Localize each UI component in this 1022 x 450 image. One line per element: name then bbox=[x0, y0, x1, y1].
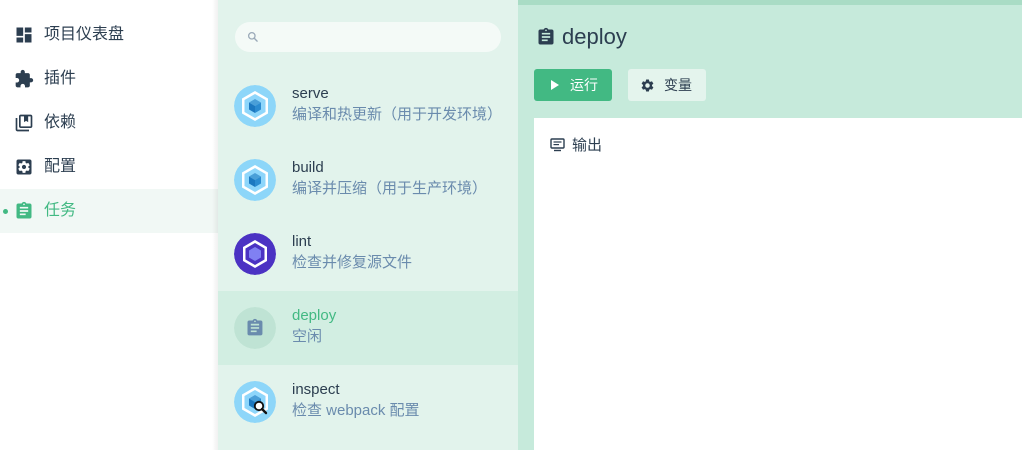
nav-label: 插件 bbox=[44, 70, 77, 87]
output-label: 输出 bbox=[572, 137, 603, 154]
task-description: 检查并修复源文件 bbox=[292, 254, 413, 271]
settings-icon bbox=[16, 159, 32, 175]
output-header[interactable]: 输出 bbox=[550, 134, 602, 155]
task-name: serve bbox=[292, 85, 329, 102]
webpack-icon bbox=[234, 85, 276, 127]
assignment-icon bbox=[538, 27, 554, 45]
puzzle-icon bbox=[15, 69, 34, 88]
eslint-icon bbox=[234, 233, 276, 275]
project-nav: 项目仪表盘 插件 依赖 配置 任务 bbox=[0, 0, 218, 450]
task-item-build[interactable]: build 编译并压缩（用于生产环境） bbox=[218, 143, 518, 217]
task-item-deploy[interactable]: deploy 空闲 bbox=[218, 291, 518, 365]
task-detail-pane: deploy 运行 变量 输出 bbox=[518, 0, 1022, 450]
task-description: 编译并压缩（用于生产环境） bbox=[292, 180, 488, 197]
nav-label: 依赖 bbox=[44, 114, 77, 131]
task-search[interactable] bbox=[235, 22, 501, 52]
task-name: lint bbox=[292, 233, 312, 250]
assignment-icon bbox=[16, 201, 32, 219]
active-indicator bbox=[3, 209, 8, 214]
search-icon bbox=[247, 31, 258, 42]
variables-button[interactable]: 变量 bbox=[628, 69, 706, 101]
nav-label: 任务 bbox=[44, 202, 77, 219]
assignment-icon bbox=[234, 307, 276, 349]
search-input[interactable] bbox=[265, 27, 489, 49]
nav-label: 项目仪表盘 bbox=[44, 26, 125, 43]
gear-icon bbox=[641, 79, 654, 91]
task-title: deploy bbox=[562, 24, 627, 49]
terminal-icon bbox=[550, 137, 565, 151]
nav-item-dependencies[interactable]: 依赖 bbox=[0, 101, 218, 145]
top-strip bbox=[518, 0, 1022, 5]
task-item-serve[interactable]: serve 编译和热更新（用于开发环境） bbox=[218, 69, 518, 143]
webpack-inspect-icon bbox=[234, 381, 276, 423]
library-icon bbox=[15, 114, 33, 132]
task-description: 检查 webpack 配置 bbox=[292, 402, 420, 419]
nav-label: 配置 bbox=[44, 158, 77, 175]
nav-item-configuration[interactable]: 配置 bbox=[0, 145, 218, 189]
task-name: build bbox=[292, 159, 324, 176]
play-icon bbox=[551, 80, 559, 90]
dashboard-icon bbox=[16, 27, 32, 43]
task-list-pane: serve 编译和热更新（用于开发环境） build 编译并压缩（用于生产环境）… bbox=[218, 0, 518, 450]
webpack-icon bbox=[234, 159, 276, 201]
task-item-lint[interactable]: lint 检查并修复源文件 bbox=[218, 217, 518, 291]
page-title: deploy bbox=[536, 24, 627, 50]
run-label: 运行 bbox=[570, 77, 598, 93]
nav-item-dashboard[interactable]: 项目仪表盘 bbox=[0, 13, 218, 57]
task-name: inspect bbox=[292, 381, 340, 398]
run-button[interactable]: 运行 bbox=[534, 69, 612, 101]
nav-item-plugins[interactable]: 插件 bbox=[0, 57, 218, 101]
nav-item-tasks[interactable]: 任务 bbox=[0, 189, 218, 233]
task-description: 空闲 bbox=[292, 328, 323, 345]
task-item-inspect[interactable]: inspect 检查 webpack 配置 bbox=[218, 365, 518, 439]
output-panel: 输出 bbox=[534, 118, 1022, 450]
task-description: 编译和热更新（用于开发环境） bbox=[292, 106, 502, 123]
variables-label: 变量 bbox=[664, 77, 692, 93]
task-name: deploy bbox=[292, 307, 337, 324]
